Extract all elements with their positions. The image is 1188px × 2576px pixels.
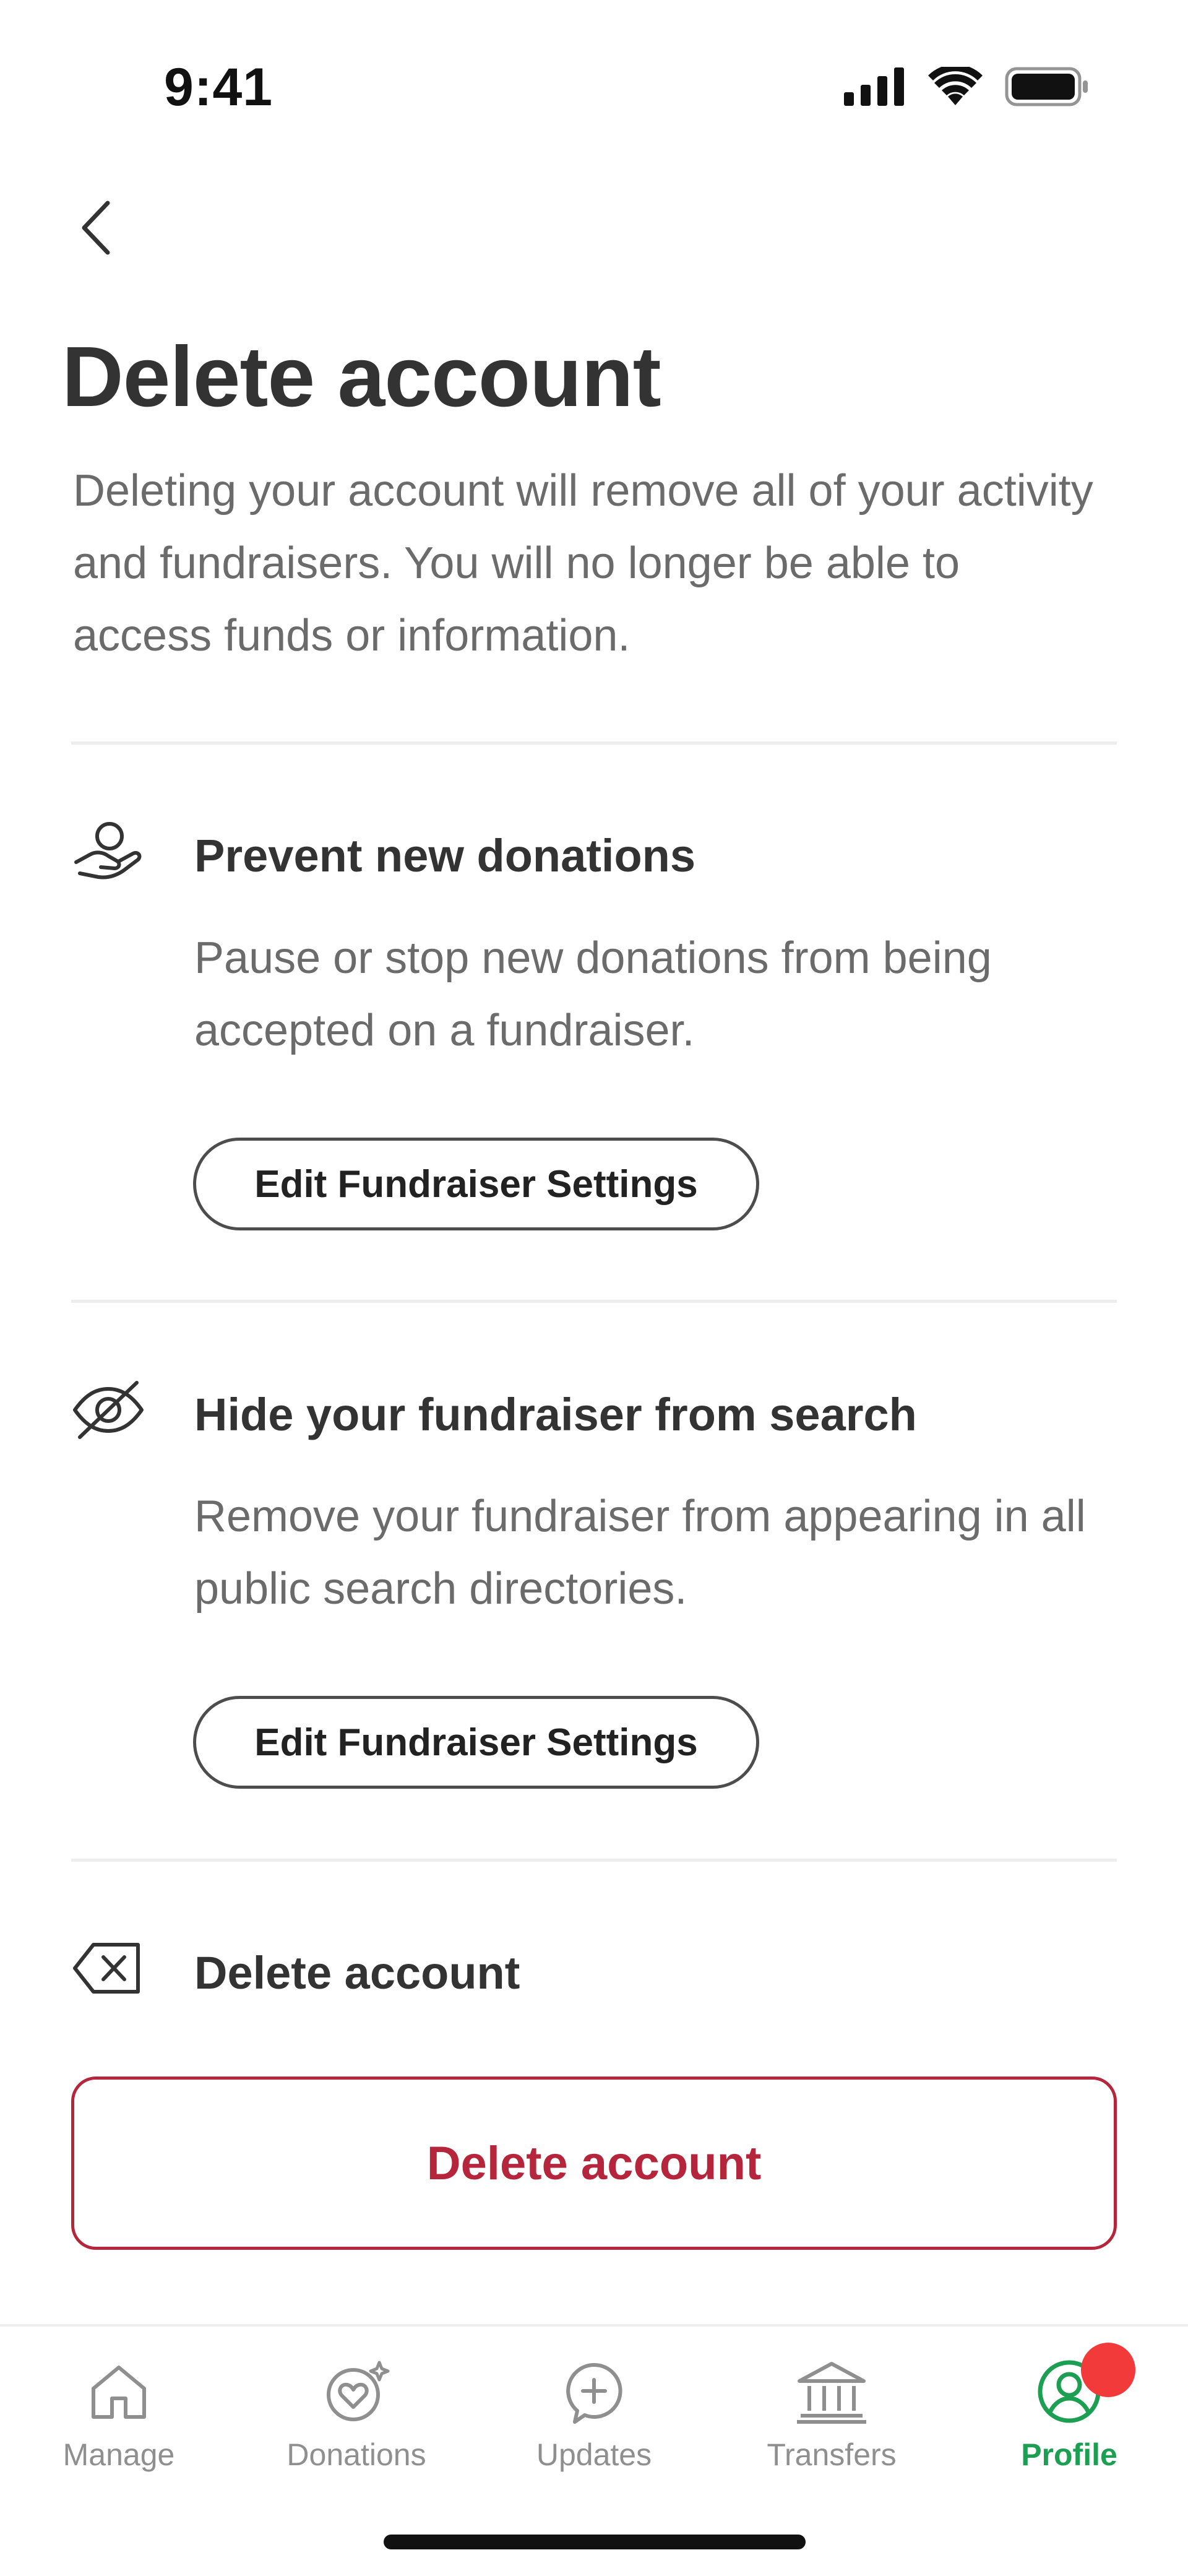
- tab-manage[interactable]: Manage: [0, 2327, 238, 2494]
- section-title: Delete account: [194, 1947, 520, 1999]
- plus-bubble-icon: [554, 2351, 634, 2432]
- divider: [71, 741, 1117, 745]
- home-icon: [79, 2351, 159, 2432]
- user-circle-icon: [1029, 2343, 1135, 2432]
- section-description: Remove your fundraiser from appearing in…: [194, 1492, 1086, 1614]
- tab-label: Profile: [1021, 2437, 1117, 2472]
- hand-coin-icon: [71, 814, 145, 888]
- section-title: Hide your fundraiser from search: [194, 1389, 917, 1440]
- section-title: Prevent new donations: [194, 830, 696, 881]
- page-description: Deleting your account will remove all of…: [73, 466, 1093, 660]
- battery-icon: [1005, 67, 1089, 110]
- status-icons: [844, 64, 1089, 110]
- bank-icon: [791, 2351, 872, 2432]
- divider: [71, 1859, 1117, 1862]
- heart-sparkle-icon: [316, 2351, 397, 2432]
- cellular-signal-icon: [844, 67, 906, 109]
- status-time: 9:41: [164, 58, 273, 117]
- section-description: Pause or stop new donations from being a…: [194, 933, 992, 1055]
- home-indicator: [384, 2535, 806, 2549]
- tab-donations[interactable]: Donations: [238, 2327, 475, 2494]
- eye-off-icon: [71, 1373, 145, 1447]
- tab-updates[interactable]: Updates: [475, 2327, 713, 2494]
- backspace-delete-icon: [71, 1931, 145, 2005]
- edit-fundraiser-settings-button[interactable]: Edit Fundraiser Settings: [193, 1138, 759, 1230]
- tab-label: Transfers: [767, 2437, 897, 2472]
- tab-label: Updates: [536, 2437, 652, 2472]
- tab-transfers[interactable]: Transfers: [713, 2327, 950, 2494]
- chevron-left-icon: [74, 197, 118, 262]
- delete-account-button[interactable]: Delete account: [71, 2077, 1117, 2250]
- page-title: Delete account: [62, 329, 661, 425]
- back-button[interactable]: [68, 192, 124, 266]
- status-bar: 9:41: [0, 0, 1188, 173]
- tab-label: Donations: [286, 2437, 426, 2472]
- tab-profile[interactable]: Profile: [950, 2327, 1188, 2494]
- divider: [71, 1300, 1117, 1303]
- edit-fundraiser-settings-button[interactable]: Edit Fundraiser Settings: [193, 1696, 759, 1789]
- wifi-icon: [928, 64, 983, 110]
- tab-label: Manage: [62, 2437, 175, 2472]
- notification-badge: [1081, 2343, 1135, 2397]
